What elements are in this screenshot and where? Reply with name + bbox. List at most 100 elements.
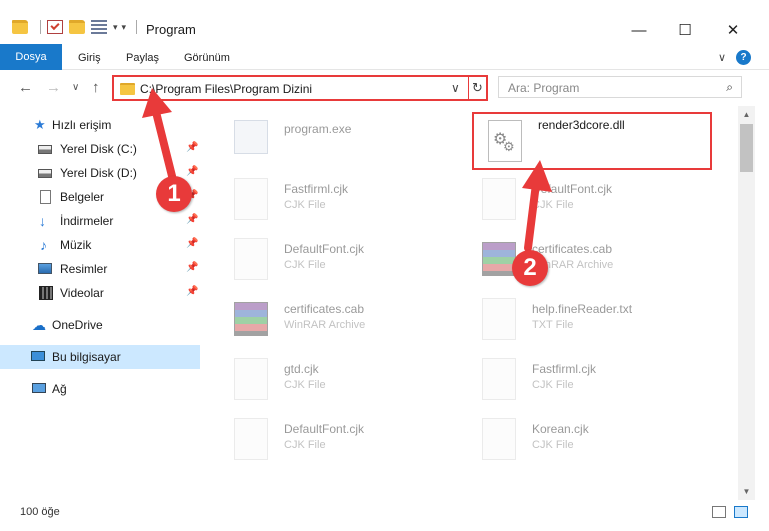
customize-toolbar-icon[interactable]: ▾ <box>122 22 127 33</box>
list-item[interactable]: DefaultFont.cjk CJK File <box>468 170 708 228</box>
list-item[interactable]: Korean.cjk CJK File <box>468 410 708 468</box>
pin-icon: 📌 <box>186 214 199 225</box>
list-item[interactable]: DefaultFont.cjk CJK File <box>220 230 460 288</box>
highlight-box <box>472 112 712 170</box>
file-name: certificates.cab <box>284 302 365 316</box>
large-icons-view-icon[interactable] <box>734 506 748 518</box>
help-icon[interactable]: ? <box>736 50 751 65</box>
list-item[interactable]: Fastfirml.cjk CJK File <box>468 350 708 408</box>
sidebar-item-label: Resimler <box>60 262 108 276</box>
file-name: help.fineReader.txt <box>532 302 633 316</box>
sidebar-item-this-pc[interactable]: Bu bilgisayar <box>0 345 200 369</box>
folder-icon <box>120 83 135 95</box>
scrollbar-thumb[interactable] <box>740 124 753 172</box>
tab-home[interactable]: Giriş <box>72 47 107 69</box>
sidebar-item-videos[interactable]: Videolar 📌 <box>0 281 200 305</box>
list-item[interactable]: Fastfirml.cjk CJK File <box>220 170 460 228</box>
navigation-bar: ← → ∨ ↑ C:\Program Files\Program Dizini … <box>0 70 769 106</box>
minimize-button[interactable]: — <box>616 18 662 44</box>
rar-icon <box>482 242 516 276</box>
sidebar-item-music[interactable]: ♪ Müzik 📌 <box>0 233 200 257</box>
pin-icon: 📌 <box>186 166 199 177</box>
file-name: Fastfirml.cjk <box>532 362 596 376</box>
pin-icon: 📌 <box>186 238 199 249</box>
file-icon <box>234 418 268 460</box>
sidebar-item-label: Yerel Disk (D:) <box>60 166 137 180</box>
list-item[interactable]: certificates.cab WinRAR Archive <box>468 230 708 288</box>
documents-icon <box>40 190 51 204</box>
back-button[interactable]: ← <box>18 79 33 96</box>
quick-access-toolbar: ▾ ▾ <box>12 20 143 34</box>
file-name: Fastfirml.cjk <box>284 182 348 196</box>
search-placeholder[interactable]: Ara: Program <box>508 81 579 95</box>
sidebar-item-network[interactable]: Ağ <box>0 377 200 401</box>
sidebar-item-pictures[interactable]: Resimler 📌 <box>0 257 200 281</box>
sidebar-item-onedrive[interactable]: ☁ OneDrive <box>0 313 200 337</box>
downloads-icon: ↓ <box>39 213 46 229</box>
scroll-down-icon[interactable]: ▼ <box>738 483 755 500</box>
music-icon: ♪ <box>40 237 47 253</box>
file-type: CJK File <box>532 199 574 211</box>
sidebar-item-label: Belgeler <box>60 190 105 204</box>
sidebar-item-label: Videolar <box>60 286 104 300</box>
file-name: certificates.cab <box>532 242 613 256</box>
maximize-button[interactable]: ☐ <box>662 18 708 44</box>
onedrive-icon: ☁ <box>32 317 46 333</box>
navigation-pane: ★ Hızlı erişim Yerel Disk (C:) 📌 Yerel D… <box>0 106 206 500</box>
list-item[interactable]: help.fineReader.txt TXT File <box>468 290 708 348</box>
callout-step-2: 2 <box>512 250 548 286</box>
title-bar: ▾ ▾ Program — ☐ ✕ <box>0 0 769 44</box>
search-box[interactable]: Ara: Program ⌕ <box>498 76 742 98</box>
tab-file[interactable]: Dosya <box>0 44 62 70</box>
window-title: Program <box>146 22 196 37</box>
file-type: CJK File <box>284 379 326 391</box>
up-button[interactable]: ↑ <box>92 79 100 96</box>
tab-view[interactable]: Görünüm <box>178 47 236 69</box>
star-icon: ★ <box>34 117 46 132</box>
file-icon <box>482 178 516 220</box>
new-folder-icon[interactable] <box>69 20 85 34</box>
file-icon <box>234 178 268 220</box>
list-item[interactable]: gtd.cjk CJK File <box>220 350 460 408</box>
sidebar-item-local-disk-c[interactable]: Yerel Disk (C:) 📌 <box>0 137 200 161</box>
address-path[interactable]: C:\Program Files\Program Dizini <box>140 82 312 96</box>
tab-share[interactable]: Paylaş <box>120 47 165 69</box>
details-view-icon[interactable] <box>712 506 726 518</box>
forward-button[interactable]: → <box>46 79 61 96</box>
recent-locations-button[interactable]: ∨ <box>72 82 79 93</box>
folder-icon[interactable] <box>12 20 28 34</box>
divider <box>40 20 41 34</box>
address-dropdown-icon[interactable]: ∨ <box>451 81 460 95</box>
list-item[interactable]: program.exe <box>220 110 460 168</box>
refresh-icon[interactable]: ↻ <box>472 80 483 96</box>
list-item[interactable]: certificates.cab WinRAR Archive <box>220 290 460 348</box>
sidebar-item-label: OneDrive <box>52 318 103 332</box>
rar-icon <box>234 302 268 336</box>
sidebar-item-downloads[interactable]: ↓ İndirmeler 📌 <box>0 209 200 233</box>
status-bar: 100 öğe <box>0 500 769 531</box>
chevron-down-icon[interactable]: ▾ <box>113 22 118 33</box>
address-bar[interactable]: C:\Program Files\Program Dizini ∨ ↻ <box>112 75 488 101</box>
videos-icon <box>39 286 53 300</box>
sidebar-item-label: Yerel Disk (C:) <box>60 142 137 156</box>
search-icon[interactable]: ⌕ <box>726 80 733 95</box>
ribbon-collapse-icon[interactable]: ∨ <box>718 51 726 64</box>
list-item[interactable]: DefaultFont.cjk CJK File <box>220 410 460 468</box>
sidebar-item-label: Hızlı erişim <box>52 118 112 132</box>
divider <box>136 20 138 34</box>
file-icon <box>482 418 516 460</box>
properties-check-icon[interactable] <box>47 20 63 34</box>
item-count: 100 öğe <box>20 506 60 518</box>
scroll-up-icon[interactable]: ▲ <box>738 106 755 123</box>
ribbon: Dosya Giriş Paylaş Görünüm ∨ ? <box>0 44 769 70</box>
properties-icon[interactable] <box>91 20 107 34</box>
file-icon <box>234 358 268 400</box>
this-pc-icon <box>31 351 45 361</box>
network-icon <box>32 383 46 393</box>
sidebar-item-quick-access[interactable]: ★ Hızlı erişim <box>0 113 200 137</box>
close-button[interactable]: ✕ <box>710 18 756 44</box>
pin-icon: 📌 <box>186 142 199 153</box>
sidebar-item-label: Ağ <box>52 382 67 396</box>
file-icon <box>234 238 268 280</box>
vertical-scrollbar[interactable]: ▲ ▼ <box>738 106 755 500</box>
